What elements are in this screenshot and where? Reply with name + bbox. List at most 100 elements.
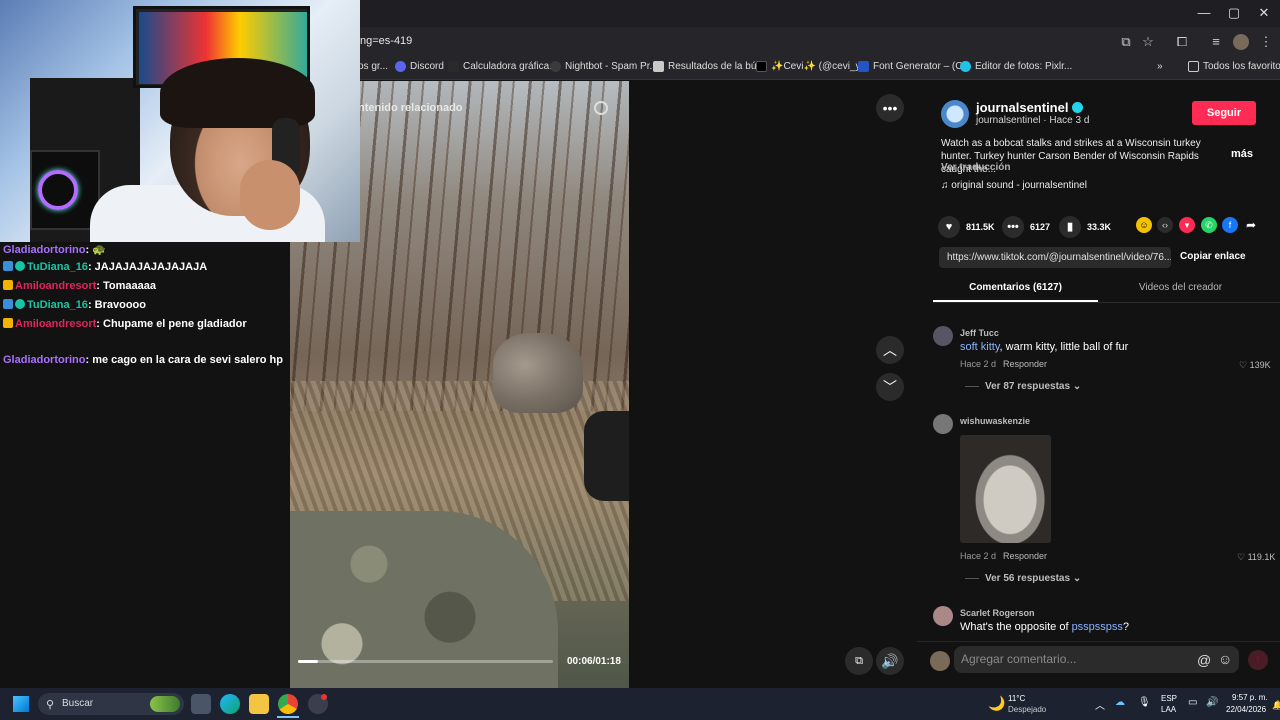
reply-button[interactable]: Responder [1003, 551, 1047, 561]
search-icon[interactable] [594, 101, 608, 115]
network-icon[interactable]: ▭ [1188, 697, 1197, 708]
tab-active-indicator [933, 300, 1098, 302]
onedrive-icon[interactable]: ☁ [1115, 697, 1125, 708]
weather-temp[interactable]: 11°C [1008, 694, 1025, 703]
volume-button[interactable]: 🔊 [876, 647, 904, 675]
follow-button[interactable]: Seguir [1192, 101, 1256, 125]
webcam-person-hand [240, 160, 300, 230]
video-progress[interactable] [298, 660, 553, 663]
bookmark-item[interactable]: Discord [395, 61, 444, 72]
comment-stat[interactable]: ••• 6127 [1002, 216, 1050, 238]
comment-avatar[interactable] [933, 414, 953, 434]
comment-author[interactable]: Jeff Tucc [960, 328, 999, 338]
chat-message: TuDiana_16: Bravoooo [3, 297, 288, 314]
video-time: 00:06/01:18 [567, 656, 621, 667]
star-icon[interactable]: ☆ [1140, 34, 1156, 50]
like-stat[interactable]: ♥ 811.5K [938, 216, 995, 238]
media-icon[interactable]: ≡ [1208, 34, 1224, 50]
comment-author[interactable]: Scarlet Rogerson [960, 608, 1035, 618]
nightbot-icon [550, 61, 561, 72]
whatsapp-icon[interactable]: ✆ [1201, 217, 1217, 233]
windows-start-icon[interactable] [13, 696, 29, 712]
copy-link-button[interactable]: Copiar enlace [1180, 251, 1246, 262]
embed-icon[interactable]: ‹› [1157, 217, 1173, 233]
comment-search-link[interactable]: soft kitty [960, 341, 1000, 353]
previous-video-button[interactable]: ︿ [876, 336, 904, 364]
reply-button[interactable]: Responder [1003, 359, 1047, 369]
clock-time[interactable]: 9:57 p. m. [1232, 693, 1268, 702]
creator-avatar[interactable] [941, 100, 969, 128]
creator-name[interactable]: journalsentinel [976, 100, 1084, 115]
comment-time: Hace 2 d [960, 359, 997, 369]
profile-avatar[interactable] [1233, 34, 1249, 50]
tiktok-icon [756, 61, 767, 72]
link-field[interactable]: https://www.tiktok.com/@journalsentinel/… [939, 247, 1171, 268]
task-view-icon[interactable] [191, 694, 211, 714]
bookmarks-overflow[interactable]: » [1157, 61, 1163, 72]
next-video-button[interactable]: ﹀ [876, 373, 904, 401]
save-stat[interactable]: ▮ 33.3K [1059, 216, 1111, 238]
comment-author[interactable]: wishuwaskenzie [960, 416, 1030, 426]
chat-username: TuDiana_16 [27, 261, 88, 273]
chevron-down-icon: ⌄ [1070, 381, 1082, 392]
post-comment-button[interactable]: ↑ [1248, 650, 1268, 670]
language-region[interactable]: LAA [1161, 705, 1176, 714]
emoji-share-icon[interactable]: ☺ [1136, 217, 1152, 233]
share-icon[interactable]: ➦ [1243, 217, 1259, 233]
chat-badge-icon [3, 318, 13, 328]
post-panel: journalsentinel journalsentinel · Hace 3… [917, 81, 1280, 688]
chat-username: Amiloandresort [15, 280, 97, 292]
cast-icon[interactable]: ⧉ [1118, 34, 1134, 50]
weather-desc[interactable]: Despejado [1008, 705, 1046, 714]
pip-button[interactable]: ⧉ [845, 647, 873, 675]
maximize-button[interactable]: ▢ [1224, 4, 1244, 22]
comment-search-link[interactable]: psspsspss [1072, 621, 1123, 633]
translate-link[interactable]: Ver traducción [941, 162, 1010, 173]
file-explorer-icon[interactable] [249, 694, 269, 714]
minimize-button[interactable]: — [1194, 4, 1214, 22]
menu-icon[interactable]: ⋮ [1258, 34, 1274, 50]
speaker-icon[interactable]: 🔊 [1206, 697, 1218, 708]
tray-chevron-icon[interactable]: ︿ [1095, 697, 1105, 712]
bookmark-item[interactable]: ✨Cevi✨ (@cevi_y... [756, 61, 868, 72]
heart-icon: ♥ [938, 216, 960, 238]
comment-avatar[interactable] [933, 606, 953, 626]
chrome-icon[interactable] [278, 694, 298, 714]
all-bookmarks[interactable]: Todos los favoritos [1188, 61, 1280, 72]
bookmark-item[interactable]: Calculadora gráfica... [448, 61, 558, 72]
mic-icon[interactable]: 🎙 [1138, 697, 1151, 708]
view-replies[interactable]: Ver 56 respuestas ⌄ [985, 573, 1081, 584]
notifications-icon[interactable]: 🔔 [1272, 700, 1280, 711]
emoji-icon[interactable]: ☺ [1218, 651, 1232, 667]
mention-icon[interactable]: @ [1197, 652, 1211, 668]
weather-icon[interactable]: 🌙 [988, 695, 1005, 712]
webcam-overlay [0, 0, 360, 242]
tab-comments[interactable]: Comentarios (6127) [933, 282, 1098, 293]
bookmark-item[interactable]: Nightbot - Spam Pr... [550, 61, 658, 72]
sound-link[interactable]: ♫ original sound - journalsentinel [941, 180, 1087, 191]
url-text[interactable]: ng=es-419 [360, 35, 412, 47]
bookmark-item[interactable]: Font Generator – (C... [858, 61, 971, 72]
close-button[interactable]: ✕ [1254, 4, 1274, 22]
chat-username: TuDiana_16 [27, 299, 88, 311]
comment-like[interactable]: ♡ 139K [1239, 360, 1271, 371]
language-code[interactable]: ESP [1161, 694, 1177, 703]
related-content-label[interactable]: ntenido relacionado [358, 102, 463, 114]
view-replies[interactable]: Ver 87 respuestas ⌄ [985, 381, 1081, 392]
more-options-button[interactable]: ••• [876, 94, 904, 122]
page-icon [653, 61, 664, 72]
chat-message: Amiloandresort: Chupame el pene gladiado… [3, 316, 288, 333]
extensions-icon[interactable]: ⧠ [1174, 34, 1190, 50]
edge-icon[interactable] [220, 694, 240, 714]
tab-creator-videos[interactable]: Videos del creador [1098, 282, 1263, 293]
bookmark-item[interactable]: Editor de fotos: Pixlr... [960, 61, 1072, 72]
bookmark-item[interactable]: Resultados de la bú... [653, 61, 765, 72]
comment-like[interactable]: ♡ 119.1K [1237, 552, 1275, 563]
comment-image[interactable] [960, 435, 1051, 543]
send-icon[interactable]: ▾ [1179, 217, 1195, 233]
bookmark-item[interactable]: os gr... [358, 61, 388, 72]
facebook-icon[interactable]: f [1222, 217, 1238, 233]
clock-date[interactable]: 22/04/2026 [1226, 705, 1266, 714]
more-button[interactable]: más [1231, 148, 1253, 160]
comment-avatar[interactable] [933, 326, 953, 346]
